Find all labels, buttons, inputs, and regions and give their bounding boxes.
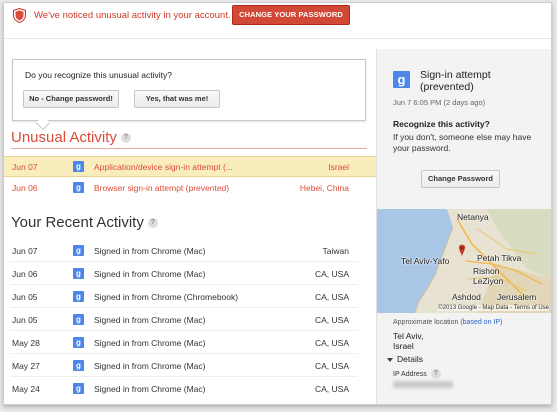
location-country: Israel — [393, 341, 414, 351]
alert-bar: We've noticed unusual activity in your a… — [4, 3, 551, 29]
row-activity: Browser sign-in attempt (prevented) — [94, 183, 230, 193]
map-label-jerusalem: Jerusalem — [497, 292, 537, 302]
triangle-down-icon — [387, 357, 393, 362]
activity-page: We've noticed unusual activity in your a… — [3, 2, 552, 405]
map-label-netanya: Netanya — [457, 212, 489, 222]
help-icon[interactable]: ? — [430, 369, 441, 379]
location-city: Tel Aviv, — [393, 331, 424, 341]
recent-row[interactable]: May 24 g Signed in from Chrome (Mac) CA,… — [4, 379, 376, 400]
map-label-tel-aviv: Tel Aviv-Yafo — [401, 256, 450, 266]
panel-question: Recognize this activity? — [393, 119, 490, 129]
row-location: Hebei, China — [299, 183, 349, 193]
recent-activity-heading: Your Recent Activity? — [11, 214, 158, 231]
detail-panel: g Sign-in attempt (prevented) Jun 7 6:05… — [376, 49, 551, 404]
row-activity: Signed in from Chrome (Mac) — [94, 246, 206, 256]
location-map[interactable]: Netanya Tel Aviv-Yafo Petah Tikva Rishon… — [377, 209, 551, 313]
unusual-row[interactable]: Jun 07 g Application/device sign-in atte… — [4, 156, 376, 177]
row-location: Taiwan — [322, 246, 349, 256]
recognize-prompt: Do you recognize this unusual activity? … — [12, 59, 366, 121]
google-icon: g — [73, 360, 84, 371]
recent-row[interactable]: Jun 05 g Signed in from Chrome (Mac) CA,… — [4, 310, 376, 331]
row-location: CA, USA — [314, 338, 349, 348]
row-activity: Signed in from Chrome (Mac) — [94, 361, 206, 371]
row-date: Jun 06 — [12, 269, 38, 279]
google-icon: g — [73, 291, 84, 302]
row-location: Israel — [328, 162, 349, 172]
google-icon: g — [73, 383, 84, 394]
divider — [11, 148, 367, 149]
google-icon: g — [73, 245, 84, 256]
panel-description: If you don't, someone else may have your… — [393, 132, 532, 153]
location-text: Tel Aviv, Israel — [393, 331, 423, 351]
help-icon[interactable]: ? — [120, 133, 131, 144]
approximate-location: Approximate location (based on IP) — [393, 319, 502, 326]
google-icon: g — [393, 71, 410, 88]
ip-address-label: IP Address? — [393, 369, 441, 379]
panel-title: Sign-in attempt (prevented) — [420, 69, 491, 93]
shield-warning-icon — [13, 8, 26, 23]
alert-message: We've noticed unusual activity in your a… — [34, 10, 231, 21]
google-icon: g — [73, 182, 84, 193]
no-change-password-button[interactable]: No - Change password! — [23, 90, 119, 108]
recent-row[interactable]: Jun 05 g Signed in from Chrome (Chromebo… — [4, 287, 376, 308]
google-icon: g — [73, 314, 84, 325]
row-date: May 27 — [12, 361, 40, 371]
ip-label-text: IP Address — [393, 370, 427, 378]
divider — [4, 38, 551, 39]
row-activity: Signed in from Chrome (Mac) — [94, 338, 206, 348]
change-your-password-button[interactable]: CHANGE YOUR PASSWORD — [232, 5, 350, 25]
unusual-activity-title: Unusual Activity — [11, 129, 117, 146]
map-copyright[interactable]: ©2013 Google - Map Data - Terms of Use — [438, 305, 549, 311]
row-location: CA, USA — [314, 292, 349, 302]
row-activity: Signed in from Chrome (Chromebook) — [94, 292, 239, 302]
row-location: CA, USA — [314, 269, 349, 279]
map-label-petah-tikva: Petah Tikva — [477, 253, 522, 263]
recent-activity-title: Your Recent Activity — [11, 214, 144, 231]
row-date: May 24 — [12, 384, 40, 394]
row-location: CA, USA — [314, 361, 349, 371]
google-icon: g — [73, 268, 84, 279]
details-toggle[interactable]: Details — [387, 354, 423, 364]
google-icon: g — [73, 337, 84, 348]
yes-that-was-me-button[interactable]: Yes, that was me! — [134, 90, 220, 108]
recent-row[interactable]: Jun 06 g Signed in from Chrome (Mac) CA,… — [4, 264, 376, 285]
approx-label: Approximate location — [393, 319, 459, 326]
recent-row[interactable]: May 27 g Signed in from Chrome (Mac) CA,… — [4, 356, 376, 377]
row-location: CA, USA — [314, 315, 349, 325]
row-date: Jun 07 — [12, 162, 38, 172]
row-activity: Signed in from Chrome (Mac) — [94, 315, 206, 325]
google-icon: g — [73, 161, 84, 172]
map-label-ashdod: Ashdod — [452, 292, 481, 302]
ip-address-redacted — [393, 381, 453, 388]
change-password-button[interactable]: Change Password — [421, 170, 500, 188]
row-date: Jun 05 — [12, 292, 38, 302]
recognize-question: Do you recognize this unusual activity? — [25, 70, 172, 80]
row-activity: Signed in from Chrome (Mac) — [94, 269, 206, 279]
panel-timestamp: Jun 7 6:05 PM (2 days ago) — [393, 98, 486, 107]
unusual-activity-heading: Unusual Activity? — [11, 129, 131, 146]
row-date: May 28 — [12, 338, 40, 348]
row-activity: Application/device sign-in attempt (... — [94, 162, 233, 172]
details-label: Details — [397, 354, 423, 364]
help-icon[interactable]: ? — [147, 218, 158, 229]
recent-row[interactable]: May 28 g Signed in from Chrome (Mac) CA,… — [4, 333, 376, 354]
row-date: Jun 05 — [12, 315, 38, 325]
map-label-rishon: Rishon LeZiyon — [473, 266, 504, 286]
row-location: CA, USA — [314, 384, 349, 394]
row-date: Jun 07 — [12, 246, 38, 256]
based-on-ip-link[interactable]: (based on IP) — [460, 319, 502, 326]
row-date: Jun 06 — [12, 183, 38, 193]
row-activity: Signed in from Chrome (Mac) — [94, 384, 206, 394]
recent-row[interactable]: Jun 07 g Signed in from Chrome (Mac) Tai… — [4, 241, 376, 262]
unusual-row[interactable]: Jun 06 g Browser sign-in attempt (preven… — [4, 178, 376, 199]
